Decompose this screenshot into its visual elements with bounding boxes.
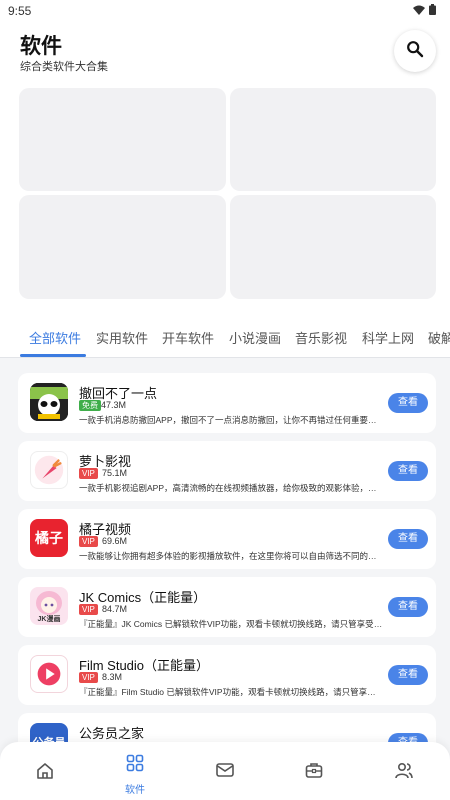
- page-title: 软件: [20, 35, 62, 58]
- view-button[interactable]: 查看: [388, 597, 428, 617]
- app-list: 撤回不了一点 免费 47.3M 一款手机消息防撤回APP，撤回不了一点消息防撤回…: [0, 358, 450, 800]
- orange-text-icon: 橘子: [30, 519, 68, 557]
- view-button[interactable]: 查看: [388, 461, 428, 481]
- toolbox-icon: [305, 762, 323, 784]
- tab-crack[interactable]: 破解: [428, 328, 450, 347]
- free-badge: 免费: [79, 400, 101, 411]
- vip-badge: VIP: [79, 672, 98, 683]
- nav-tools[interactable]: [292, 762, 336, 784]
- grid-icon: [126, 754, 144, 777]
- status-time: 9:55: [8, 4, 32, 18]
- tab-all[interactable]: 全部软件: [29, 328, 81, 347]
- category-tabs: 全部软件 实用软件 开车软件 小说漫画 音乐影视 科学上网 破解: [0, 310, 450, 358]
- tab-utility[interactable]: 实用软件: [96, 328, 148, 347]
- app-name: 公务员之家: [79, 726, 145, 741]
- wifi-icon: [413, 4, 425, 18]
- app-card[interactable]: JK漫画 JK Comics（正能量） VIP 84.7M 『正能量』JK Co…: [18, 577, 436, 637]
- app-name: JK Comics（正能量）: [79, 590, 207, 605]
- app-name: Film Studio（正能量）: [79, 658, 210, 673]
- tab-driving[interactable]: 开车软件: [162, 328, 214, 347]
- nav-messages[interactable]: [203, 762, 247, 783]
- vip-badge: VIP: [79, 536, 98, 547]
- app-description: 一款手机消息防撤回APP，撤回不了一点消息防撤回，让你不再错过任何重要信息...: [79, 415, 383, 425]
- vip-badge: VIP: [79, 604, 98, 615]
- anime-girl-icon: JK漫画: [30, 587, 68, 625]
- battery-icon: [429, 4, 436, 18]
- banner-grid: [0, 82, 450, 310]
- vip-badge: VIP: [79, 468, 98, 479]
- app-description: 『正能量』Film Studio 已解锁软件VIP功能，观看卡顿就切换线路，请只…: [79, 687, 383, 697]
- search-button[interactable]: [394, 30, 436, 72]
- mail-icon: [216, 762, 234, 783]
- status-bar: 9:55: [0, 0, 450, 22]
- tab-science[interactable]: 科学上网: [362, 328, 414, 347]
- app-size: 47.3M: [101, 400, 127, 410]
- app-size: 8.3M: [102, 672, 123, 682]
- app-card[interactable]: Film Studio（正能量） VIP 8.3M 『正能量』Film Stud…: [18, 645, 436, 705]
- banner-slot[interactable]: [230, 195, 436, 299]
- app-card[interactable]: 撤回不了一点 免费 47.3M 一款手机消息防撤回APP，撤回不了一点消息防撤回…: [18, 373, 436, 433]
- app-description: 『正能量』JK Comics 已解锁软件VIP功能，观看卡顿就切换线路，请只管享…: [79, 619, 383, 629]
- nav-software[interactable]: 软件: [113, 754, 157, 796]
- app-card[interactable]: 萝卜影视 VIP 75.1M 一款手机影视追剧APP，高清流畅的在线视频播放器，…: [18, 441, 436, 501]
- nav-profile[interactable]: [382, 762, 426, 784]
- app-size: 84.7M: [102, 604, 128, 614]
- active-tab-indicator: [20, 354, 86, 357]
- nav-label: 软件: [125, 785, 145, 796]
- users-icon: [395, 762, 413, 784]
- panda-icon: [30, 383, 68, 421]
- tab-novel-comic[interactable]: 小说漫画: [229, 328, 281, 347]
- play-icon: [30, 655, 68, 693]
- home-icon: [36, 762, 54, 785]
- page-subtitle: 综合类软件大合集: [20, 61, 108, 73]
- app-description: 一款手机影视追剧APP，高清流畅的在线视频播放器，给你极致的观影体验，海量...: [79, 483, 383, 493]
- app-description: 一款能够让你拥有超多体验的影视播放软件，在这里你将可以自由筛选不同的资源...: [79, 551, 383, 561]
- nav-home[interactable]: [23, 762, 67, 785]
- tab-music-video[interactable]: 音乐影视: [295, 328, 347, 347]
- app-size: 75.1M: [102, 468, 128, 478]
- app-size: 69.6M: [102, 536, 128, 546]
- view-button[interactable]: 查看: [388, 665, 428, 685]
- view-button[interactable]: 查看: [388, 393, 428, 413]
- search-icon: [406, 40, 424, 63]
- bottom-nav: 软件: [0, 742, 450, 800]
- app-card[interactable]: 橘子 橘子视频 VIP 69.6M 一款能够让你拥有超多体验的影视播放软件，在这…: [18, 509, 436, 569]
- banner-slot[interactable]: [230, 88, 436, 191]
- carrot-icon: [30, 451, 68, 489]
- view-button[interactable]: 查看: [388, 529, 428, 549]
- banner-slot[interactable]: [19, 88, 226, 191]
- page-header: 软件 综合类软件大合集: [0, 22, 450, 82]
- banner-slot[interactable]: [19, 195, 226, 299]
